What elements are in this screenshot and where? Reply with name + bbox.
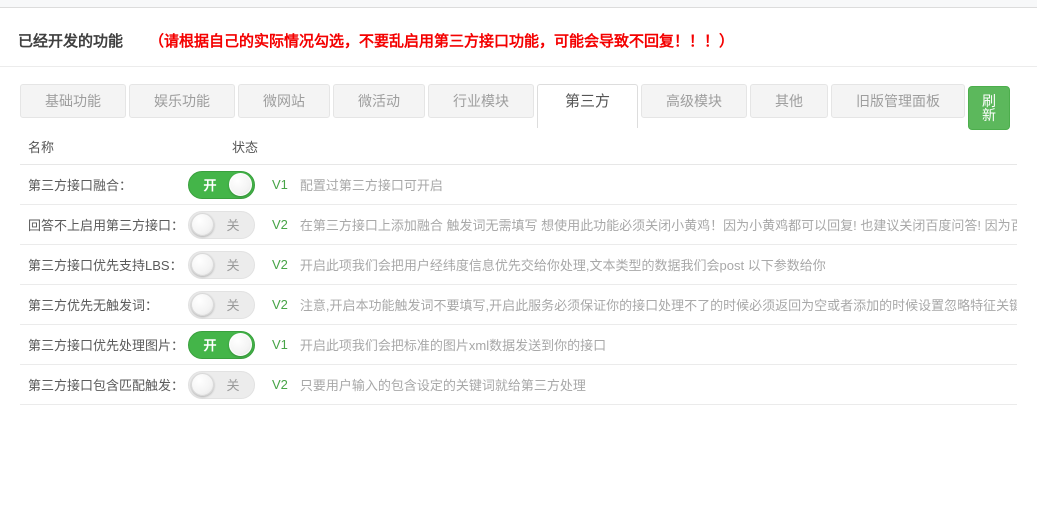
- feature-label: 第三方接口融合：: [20, 175, 188, 194]
- table-header-row: 名称 状态: [20, 128, 1017, 165]
- tab-other[interactable]: 其他: [750, 84, 828, 118]
- feature-description: 开启此项我们会把用户经纬度信息优先交给你处理,文本类型的数据我们会post 以下…: [300, 255, 1017, 274]
- toggle-state-label: 关: [214, 295, 252, 314]
- top-header-strip: [0, 0, 1037, 8]
- page-title: 已经开发的功能: [18, 30, 123, 51]
- feature-description: 在第三方接口上添加融合 触发词无需填写 想使用此功能必须关闭小黄鸡！因为小黄鸡都…: [300, 215, 1017, 234]
- tab-industry-modules[interactable]: 行业模块: [428, 84, 534, 118]
- toggle-state-label: 关: [214, 215, 252, 234]
- toggle-knob: [229, 333, 252, 356]
- feature-label: 第三方接口包含匹配触发：: [20, 375, 188, 394]
- table-row: 第三方接口优先支持LBS： 关 V2 开启此项我们会把用户经纬度信息优先交给你处…: [20, 245, 1017, 285]
- toggle-fallback-third-party[interactable]: 关: [188, 211, 255, 239]
- version-badge: V2: [272, 377, 288, 392]
- tab-advanced-modules[interactable]: 高级模块: [641, 84, 747, 118]
- feature-description: 注意,开启本功能触发词不要填写,开启此服务必须保证你的接口处理不了的时候必须返回…: [300, 295, 1017, 314]
- feature-label: 第三方接口优先支持LBS：: [20, 255, 188, 274]
- toggle-knob: [229, 173, 252, 196]
- refresh-button[interactable]: 刷新: [968, 86, 1010, 130]
- version-badge: V2: [272, 257, 288, 272]
- heading-divider: [0, 66, 1037, 67]
- toggle-knob: [191, 373, 214, 396]
- version-badge: V2: [272, 217, 288, 232]
- version-badge: V2: [272, 297, 288, 312]
- feature-label: 回答不上启用第三方接口：: [20, 215, 188, 234]
- toggle-contains-match-trigger[interactable]: 关: [188, 371, 255, 399]
- tab-legacy-admin-panel[interactable]: 旧版管理面板: [831, 84, 965, 118]
- tab-basic-features[interactable]: 基础功能: [20, 84, 126, 118]
- feature-label: 第三方优先无触发词：: [20, 295, 188, 314]
- version-badge: V1: [272, 177, 288, 192]
- table-row: 第三方接口融合： 开 V1 配置过第三方接口可开启: [20, 165, 1017, 205]
- tab-entertainment[interactable]: 娱乐功能: [129, 84, 235, 118]
- toggle-state-label: 开: [191, 335, 229, 354]
- table-row: 第三方优先无触发词： 关 V2 注意,开启本功能触发词不要填写,开启此服务必须保…: [20, 285, 1017, 325]
- toggle-state-label: 关: [214, 255, 252, 274]
- feature-description: 开启此项我们会把标准的图片xml数据发送到你的接口: [300, 335, 1017, 354]
- toggle-knob: [191, 213, 214, 236]
- tab-third-party[interactable]: 第三方: [537, 84, 638, 128]
- feature-label: 第三方接口优先处理图片：: [20, 335, 188, 354]
- toggle-no-trigger-word[interactable]: 关: [188, 291, 255, 319]
- feature-description: 只要用户输入的包含设定的关键词就给第三方处理: [300, 375, 1017, 394]
- page-heading: 已经开发的功能 （请根据自己的实际情况勾选，不要乱启用第三方接口功能，可能会导致…: [0, 8, 1037, 66]
- toggle-lbs-priority[interactable]: 关: [188, 251, 255, 279]
- table-row: 第三方接口包含匹配触发： 关 V2 只要用户输入的包含设定的关键词就给第三方处理: [20, 365, 1017, 405]
- tab-bar: 基础功能 娱乐功能 微网站 微活动 行业模块 第三方 高级模块 其他 旧版管理面…: [20, 84, 1017, 128]
- features-table: 名称 状态 第三方接口融合： 开 V1 配置过第三方接口可开启 回答不上启用第三…: [20, 128, 1017, 405]
- toggle-image-priority[interactable]: 开: [188, 331, 255, 359]
- column-header-name: 名称: [20, 137, 188, 156]
- feature-description: 配置过第三方接口可开启: [300, 175, 1017, 194]
- toggle-third-party-fusion[interactable]: 开: [188, 171, 255, 199]
- version-badge: V1: [272, 337, 288, 352]
- toggle-state-label: 开: [191, 175, 229, 194]
- table-row: 第三方接口优先处理图片： 开 V1 开启此项我们会把标准的图片xml数据发送到你…: [20, 325, 1017, 365]
- tab-micro-site[interactable]: 微网站: [238, 84, 330, 118]
- column-header-status: 状态: [188, 137, 258, 156]
- tab-micro-activity[interactable]: 微活动: [333, 84, 425, 118]
- toggle-knob: [191, 253, 214, 276]
- table-row: 回答不上启用第三方接口： 关 V2 在第三方接口上添加融合 触发词无需填写 想使…: [20, 205, 1017, 245]
- toggle-knob: [191, 293, 214, 316]
- warning-text: （请根据自己的实际情况勾选，不要乱启用第三方接口功能，可能会导致不回复！！！）: [149, 30, 734, 51]
- toggle-state-label: 关: [214, 375, 252, 394]
